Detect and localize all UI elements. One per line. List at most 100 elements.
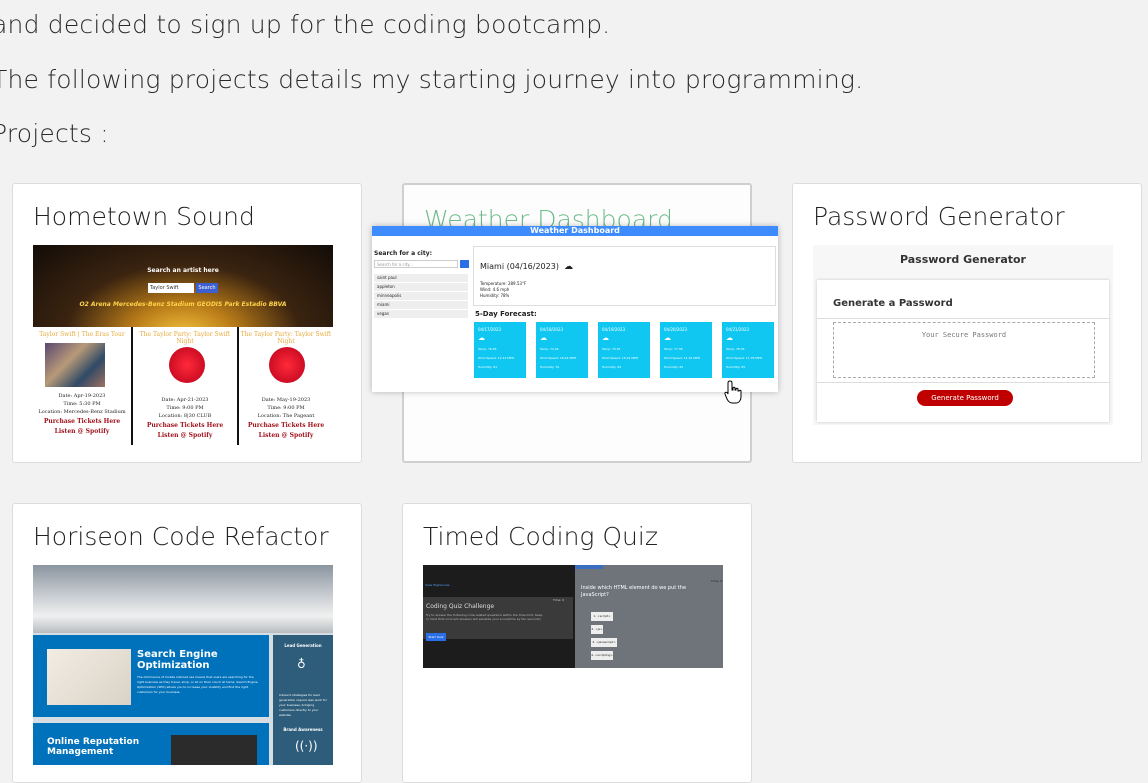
forecast-wind: Wind Speed: 11.52 MPH [664, 356, 701, 360]
current-city: Miami (04/16/2023) [480, 262, 559, 271]
forecast-temp: Temp: 76.65 [478, 347, 497, 351]
quiz-question-screen: Time: 0 Inside which HTML element do we … [575, 565, 723, 668]
project-card-password-generator[interactable]: Password Generator Password Generator Ge… [792, 183, 1142, 463]
meeting-hero-image [33, 565, 333, 633]
answer-button: 3. <javascript> [591, 638, 617, 647]
projects-heading: Projects : [0, 119, 109, 148]
seo-section: Search Engine Optimization The dominance… [33, 635, 269, 717]
current-humidity: Humidity: 78% [480, 293, 510, 298]
weather-icon: ☁ [602, 334, 609, 342]
event-location: Location: 8|30 CLUB [158, 413, 212, 419]
forecast-humidity: Humidity: 65 [602, 365, 622, 369]
forecast-humidity: Humidity: 70 [540, 365, 560, 369]
forecast-date: 04/17/2023 [478, 327, 502, 332]
weather-header-bar: Weather Dashboard [372, 226, 778, 236]
horiseon-screenshot[interactable]: Search Engine Optimization The dominance… [33, 565, 333, 765]
party-poster-image [245, 345, 327, 391]
forecast-humidity: Humidity: 65 [726, 365, 746, 369]
quiz-question: Inside which HTML element do we put the … [581, 585, 687, 598]
password-placeholder: Your Secure Password [921, 331, 1007, 339]
forecast-card: 04/20/2023 ☁ Temp: 77.38 Wind Speed: 11.… [660, 322, 712, 378]
artist-search-input: Taylor Swift [148, 283, 194, 293]
event-time: Time: 5:30 PM [63, 401, 101, 407]
event-column: Taylor Swift | The Eras Tour Date: Apr-1… [33, 327, 131, 445]
forecast-date: 04/20/2023 [664, 327, 688, 332]
broadcast-icon: ((·)) [295, 739, 318, 753]
project-card-hometown-sound[interactable]: Hometown Sound Search an artist here Tay… [12, 183, 362, 463]
forecast-date: 04/19/2023 [602, 327, 626, 332]
city-search-input: Search for a city... [374, 260, 458, 268]
event-title: Taylor Swift | The Eras Tour [39, 331, 125, 338]
highscores-link: View Highscores [425, 583, 450, 587]
benefits-sidebar: Lead Generation ♁ Inbound strategies for… [273, 635, 333, 765]
history-item: miami [374, 301, 468, 309]
timer: Time: 0 [553, 598, 565, 602]
history-item: saint paul [374, 274, 468, 282]
answer-button: 2. <js> [591, 625, 603, 634]
weather-icon: ☁ [540, 334, 547, 342]
forecast-card: 04/18/2023 ☁ Temp: 74.49 Wind Speed: 18.… [536, 322, 588, 378]
forecast-temp: Temp: 74.49 [540, 347, 559, 351]
timer: Time: 0 [711, 579, 723, 583]
event-time: Time: 9:00 PM [267, 405, 305, 411]
purchase-tickets-link: Purchase Tickets Here [43, 418, 121, 425]
password-card-title: Generate a Password [833, 298, 953, 309]
forecast-wind: Wind Speed: 18.22 MPH [540, 356, 577, 360]
hometown-sound-screenshot[interactable]: Search an artist here Taylor Swift Searc… [33, 245, 333, 445]
forecast-temp: Temp: 75.87 [602, 347, 621, 351]
forecast-temp: Temp: 77.38 [664, 347, 683, 351]
spotify-link: Listen @ Spotify [54, 428, 110, 435]
weather-header: Weather Dashboard [530, 226, 620, 235]
party-poster-image [143, 345, 227, 391]
weather-dashboard-screenshot[interactable]: Weather Dashboard Search for a city: Sea… [372, 226, 778, 392]
current-wind: Wind: 4.6 mph [480, 287, 510, 292]
project-card-timed-coding-quiz[interactable]: Timed Coding Quiz View Highscores Time: … [402, 503, 752, 783]
forecast-temp: Temp: 78.35 [726, 347, 745, 351]
purchase-tickets-link: Purchase Tickets Here [247, 422, 325, 429]
forecast-card: 04/19/2023 ☁ Temp: 75.87 Wind Speed: 15.… [598, 322, 650, 378]
password-output: Your Secure Password [833, 322, 1095, 378]
reputation-heading: Online Reputation Management [47, 737, 140, 757]
answer-button: 4. <scripting> [591, 651, 613, 660]
weather-icon: ☁ [564, 262, 573, 272]
artist-search-button: Search [196, 283, 218, 293]
project-card-weather-dashboard[interactable]: Weather Dashboard Weather Dashboard Sear… [372, 183, 778, 463]
forecast-date: 04/18/2023 [540, 327, 564, 332]
forecast-wind: Wind Speed: 15.01 MPH [602, 356, 639, 360]
hand-cursor-icon [724, 380, 742, 404]
seo-heading: Search Engine Optimization [137, 649, 218, 671]
project-title: Password Generator [813, 202, 1065, 231]
weather-icon: ☁ [478, 334, 485, 342]
event-column: The Taylor Party: Taylor Swift Night Dat… [239, 327, 333, 445]
password-generator-screenshot[interactable]: Password Generator Generate a Password Y… [813, 245, 1113, 425]
intro-line-1: and decided to sign up for the coding bo… [0, 10, 611, 39]
start-quiz-button: Start Quiz [426, 633, 446, 641]
event-date: Date: Apr-19-2023 [58, 393, 106, 399]
forecast-card: 04/17/2023 ☁ Temp: 76.65 Wind Speed: 12.… [474, 322, 526, 378]
project-title: Timed Coding Quiz [423, 522, 658, 551]
forecast-card: 04/21/2023 ☁ Temp: 78.35 Wind Speed: 11.… [722, 322, 774, 378]
event-location: Location: The Pageant [257, 413, 315, 419]
reputation-section: Online Reputation Management [33, 723, 269, 765]
weather-icon: ☁ [726, 334, 733, 342]
current-weather-panel: Miami (04/16/2023) ☁ Temperature: 289.53… [473, 246, 776, 306]
password-card: Generate a Password Your Secure Password… [817, 280, 1109, 422]
forecast-date: 04/21/2023 [726, 327, 750, 332]
generate-password-button: Generate Password [917, 390, 1013, 406]
album-collage-image [45, 343, 105, 387]
seo-image [47, 649, 131, 705]
forecast-humidity: Humidity: 65 [664, 365, 684, 369]
venues-bar: O2 Arena Mercedes-Benz Stadium GEODIS Pa… [79, 301, 287, 308]
concert-hero-image: Search an artist here Taylor Swift Searc… [33, 245, 333, 327]
forecast-label: 5-Day Forecast: [475, 310, 537, 318]
search-icon [460, 260, 469, 268]
event-date: Date: May-19-2023 [261, 397, 311, 403]
event-title: The Taylor Party: Taylor Swift Night [139, 331, 231, 345]
spotify-link: Listen @ Spotify [157, 432, 213, 439]
quiz-heading: Coding Quiz Challenge [426, 603, 495, 610]
coding-quiz-screenshot[interactable]: View Highscores Time: 0 Coding Quiz Chal… [423, 565, 723, 668]
event-date: Date: Apr-21-2023 [161, 397, 209, 403]
reputation-image [171, 735, 257, 765]
history-item: vegas [374, 310, 468, 318]
project-card-horiseon-code-refactor[interactable]: Horiseon Code Refactor Search Engine Opt… [12, 503, 362, 783]
